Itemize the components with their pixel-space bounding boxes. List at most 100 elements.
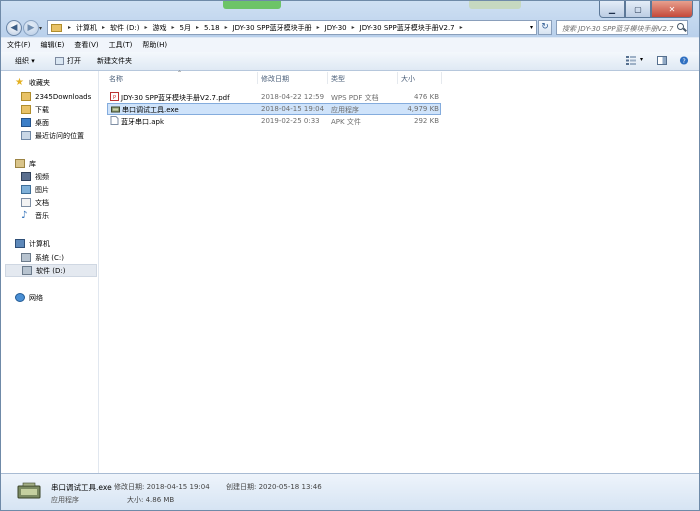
exe-file-large-icon xyxy=(17,482,41,499)
preview-pane-icon[interactable] xyxy=(657,56,667,65)
column-divider[interactable] xyxy=(257,72,258,84)
caption-buttons: ▁ ▢ ✕ xyxy=(599,1,693,18)
column-size[interactable]: 大小 xyxy=(401,74,415,84)
column-name[interactable]: 名称 xyxy=(109,74,123,84)
sidebar-label: 图片 xyxy=(35,185,49,194)
star-icon: ★ xyxy=(15,77,24,88)
svg-text:?: ? xyxy=(682,58,685,65)
back-button[interactable]: ◀ xyxy=(6,20,22,36)
address-bar[interactable]: ▸ 计算机 ▸ 软件 (D:) ▸ 游戏 ▸ 5月 ▸ 5.18 ▸ JDY-3… xyxy=(47,20,537,35)
apk-file-icon xyxy=(110,116,119,125)
sidebar-label: 视频 xyxy=(35,172,49,181)
breadcrumb-item[interactable]: 软件 (D:) xyxy=(108,23,141,33)
sidebar-label: 音乐 xyxy=(35,211,49,220)
sidebar-label: 最近访问的位置 xyxy=(35,131,84,140)
column-date-modified[interactable]: 修改日期 xyxy=(261,74,289,84)
system-drive-icon xyxy=(21,253,31,262)
sidebar-label: 计算机 xyxy=(29,239,50,248)
library-icon xyxy=(15,159,25,168)
sidebar-label: 收藏夹 xyxy=(29,78,50,87)
sidebar-libraries[interactable]: 库 xyxy=(15,157,111,170)
sidebar-label: 桌面 xyxy=(35,118,49,127)
details-pane: 串口调试工具.exe 应用程序 修改日期: 2018-04-15 19:04 大… xyxy=(1,473,699,510)
maximize-button[interactable]: ▢ xyxy=(625,1,651,18)
breadcrumb-separator[interactable]: ▸ xyxy=(141,24,150,31)
menu-view[interactable]: 查看(V) xyxy=(74,40,98,50)
file-row[interactable]: P JDY-30 SPP蓝牙模块手册V2.7.pdf 2018-04-22 12… xyxy=(107,91,441,103)
downloads-folder-icon xyxy=(21,105,31,114)
breadcrumb-item[interactable]: JDY-30 SPP蓝牙模块手册 xyxy=(231,23,314,33)
open-button[interactable]: 打开 xyxy=(55,56,81,66)
breadcrumb-item[interactable]: JDY-30 xyxy=(323,24,349,32)
network-icon xyxy=(15,293,25,302)
sidebar-label: 网络 xyxy=(29,293,43,302)
view-dropdown-icon[interactable]: ▾ xyxy=(640,56,643,63)
file-row[interactable]: 蓝牙串口.apk 2019-02-25 0:33 APK 文件 292 KB xyxy=(107,115,441,127)
breadcrumb-separator[interactable]: ▸ xyxy=(222,24,231,31)
breadcrumb-separator[interactable]: ▸ xyxy=(99,24,108,31)
selected-file-size: 大小: 4.86 MB xyxy=(127,496,175,504)
breadcrumb-item[interactable]: 游戏 xyxy=(150,23,168,33)
folder-icon xyxy=(21,92,31,101)
column-divider[interactable] xyxy=(397,72,398,84)
refresh-button[interactable]: ↻ xyxy=(538,20,552,35)
file-size: 292 KB xyxy=(414,117,439,125)
breadcrumb-separator[interactable]: ▸ xyxy=(457,24,466,31)
file-row-selected[interactable]: 串口调试工具.exe 2018-04-15 19:04 应用程序 4,979 K… xyxy=(107,103,441,115)
breadcrumb-separator[interactable]: ▸ xyxy=(349,24,358,31)
sidebar-computer[interactable]: 计算机 xyxy=(15,237,111,250)
file-type: 应用程序 xyxy=(331,106,359,114)
desktop-icon xyxy=(21,118,31,127)
sidebar-favorites[interactable]: ★ 收藏夹 xyxy=(15,76,111,89)
sidebar-label: 2345Downloads xyxy=(35,92,92,101)
menu-edit[interactable]: 编辑(E) xyxy=(41,40,65,50)
explorer-window: ▁ ▢ ✕ ◀ ▶ ▾ ▸ 计算机 ▸ 软件 (D:) ▸ 游戏 ▸ 5月 ▸ … xyxy=(0,0,700,511)
menu-help[interactable]: 帮助(H) xyxy=(142,40,167,50)
menu-tools[interactable]: 工具(T) xyxy=(109,40,133,50)
column-divider[interactable] xyxy=(327,72,328,84)
breadcrumb-separator[interactable]: ▸ xyxy=(193,24,202,31)
search-input[interactable]: 搜索 JDY-30 SPP蓝牙模块手册V2.7 xyxy=(562,24,673,34)
title-bar: ▁ ▢ ✕ ◀ ▶ ▾ ▸ 计算机 ▸ 软件 (D:) ▸ 游戏 ▸ 5月 ▸ … xyxy=(1,1,699,37)
search-box[interactable]: 搜索 JDY-30 SPP蓝牙模块手册V2.7 xyxy=(556,20,688,35)
sidebar-network[interactable]: 网络 xyxy=(15,291,111,304)
sidebar-item-drive-d[interactable]: 软件 (D:) xyxy=(5,264,97,277)
breadcrumb-separator[interactable]: ▸ xyxy=(168,24,177,31)
file-date: 2018-04-15 19:04 xyxy=(261,105,325,113)
new-folder-button[interactable]: 新建文件夹 xyxy=(97,56,132,66)
address-history-dropdown[interactable]: ▾ xyxy=(530,24,533,31)
exe-file-icon xyxy=(111,106,120,113)
menu-file[interactable]: 文件(F) xyxy=(7,40,31,50)
file-list-pane: ⌃ 名称 修改日期 类型 大小 P JDY-30 SPP蓝牙模块手册V2.7.p… xyxy=(99,70,699,474)
column-type[interactable]: 类型 xyxy=(331,74,345,84)
close-button[interactable]: ✕ xyxy=(651,1,693,18)
organize-button[interactable]: 组织 ▾ xyxy=(15,56,35,66)
breadcrumb-item[interactable]: JDY-30 SPP蓝牙模块手册V2.7 xyxy=(358,23,457,33)
sidebar-label: 软件 (D:) xyxy=(36,266,66,275)
file-size: 476 KB xyxy=(414,93,439,101)
selected-file-created: 创建日期: 2020-05-18 13:46 xyxy=(226,483,322,491)
column-divider[interactable] xyxy=(441,72,442,84)
sidebar-label: 下载 xyxy=(35,105,49,114)
navigation-pane: ★ 收藏夹 2345Downloads 下载 桌面 最近访问的位置 库 视频 图… xyxy=(1,71,99,474)
file-type: APK 文件 xyxy=(331,118,361,126)
open-icon xyxy=(55,57,64,65)
recent-pages-dropdown[interactable]: ▾ xyxy=(39,25,42,32)
menu-bar: 文件(F) 编辑(E) 查看(V) 工具(T) 帮助(H) xyxy=(1,38,699,52)
sidebar-item-drive-c[interactable]: 系统 (C:) xyxy=(21,251,97,264)
change-view-icon[interactable] xyxy=(626,56,636,65)
breadcrumb-item[interactable]: 5.18 xyxy=(202,24,222,32)
selected-file-name: 串口调试工具.exe xyxy=(51,483,112,492)
breadcrumb-item[interactable]: 5月 xyxy=(178,23,193,33)
breadcrumb-separator[interactable]: ▸ xyxy=(314,24,323,31)
breadcrumb-separator[interactable]: ▸ xyxy=(65,24,74,31)
svg-text:P: P xyxy=(113,95,116,101)
sidebar-label: 文档 xyxy=(35,198,49,207)
search-icon[interactable] xyxy=(677,23,684,30)
breadcrumb-item[interactable]: 计算机 xyxy=(74,23,99,33)
selected-file-modified: 修改日期: 2018-04-15 19:04 xyxy=(114,483,210,491)
minimize-button[interactable]: ▁ xyxy=(599,1,625,18)
forward-button[interactable]: ▶ xyxy=(23,20,39,36)
help-icon[interactable]: ? xyxy=(679,56,689,65)
file-size: 4,979 KB xyxy=(407,105,439,113)
